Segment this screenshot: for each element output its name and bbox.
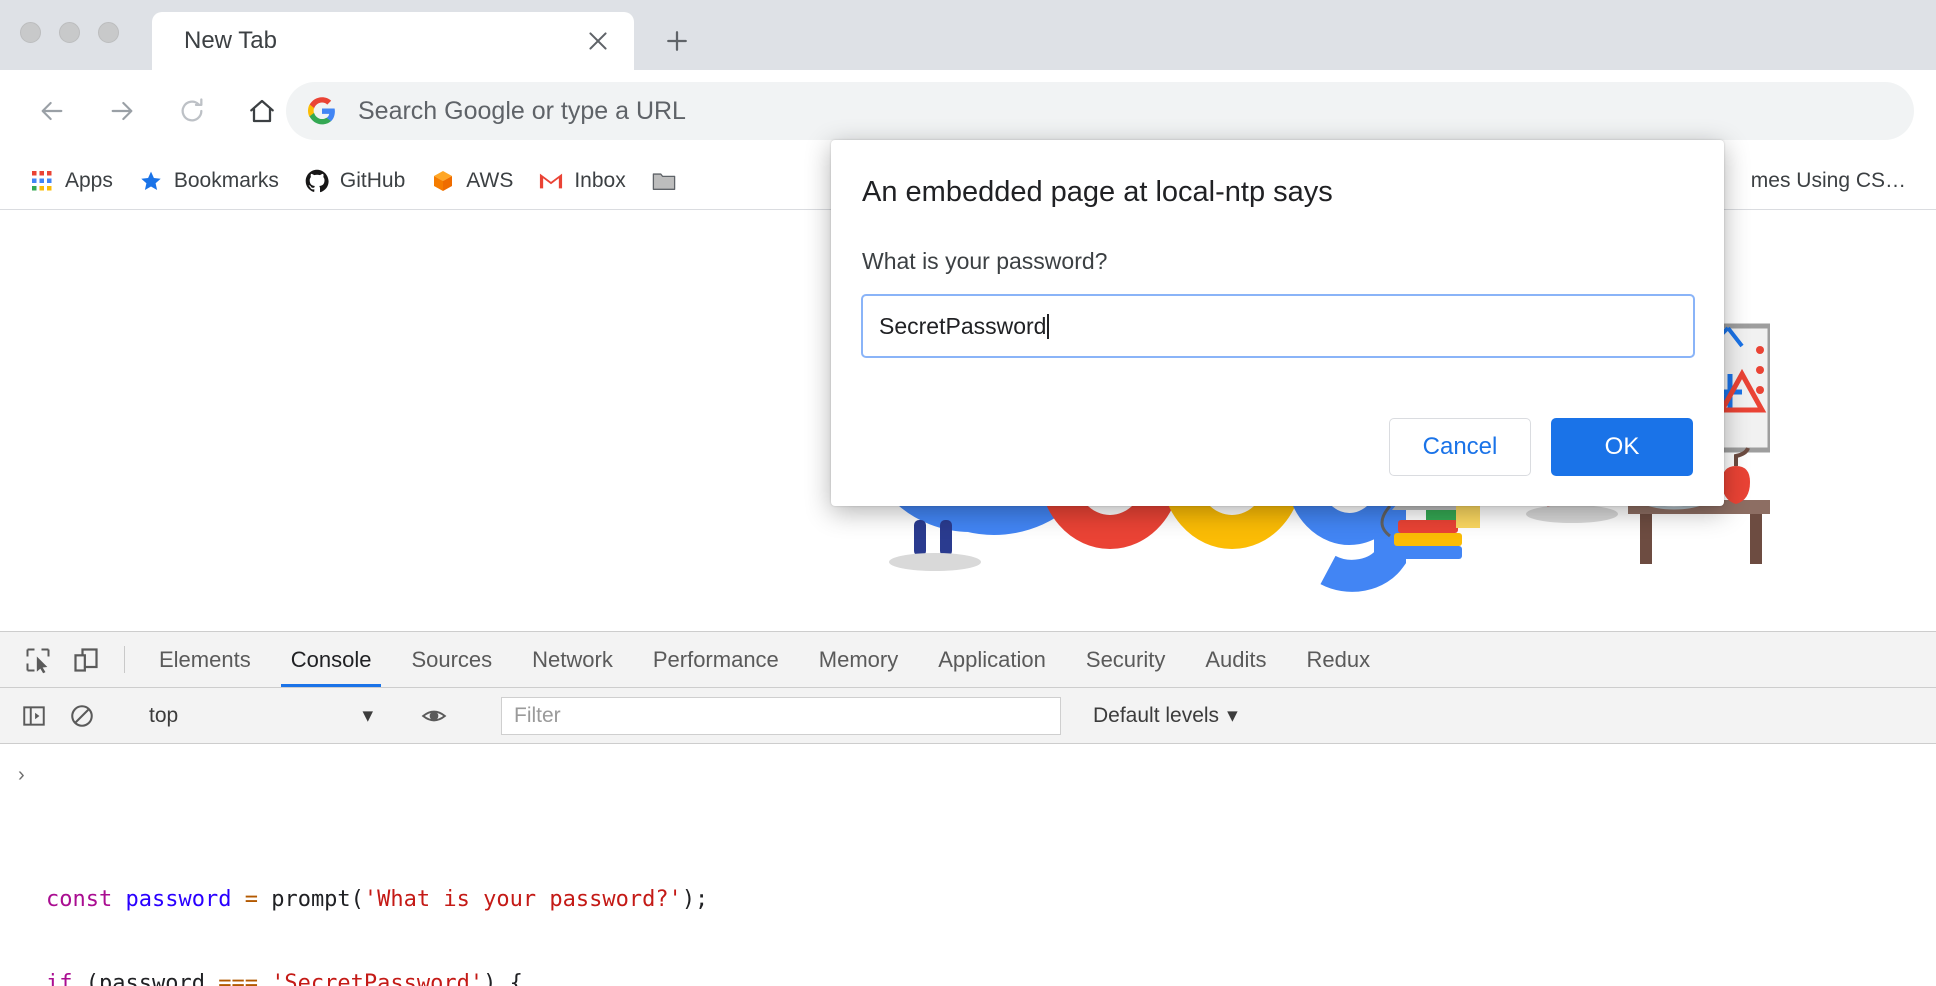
code-token: 'What is your password?'	[363, 886, 682, 912]
console-code-block: const password = prompt('What is your pa…	[46, 879, 1936, 986]
tab-performance[interactable]: Performance	[633, 632, 799, 687]
window-minimize-button[interactable]	[59, 22, 80, 43]
devtools-panel: Elements Console Sources Network Perform…	[0, 631, 1936, 986]
cancel-button[interactable]: Cancel	[1389, 418, 1531, 476]
password-input-value: SecretPassword	[879, 312, 1047, 339]
execution-context-value: top	[149, 703, 179, 727]
bookmark-bookmarks[interactable]: Bookmarks	[139, 160, 279, 202]
tab-strip: New Tab	[0, 0, 1936, 70]
tab-console[interactable]: Console	[271, 632, 392, 687]
bookmark-label: Inbox	[574, 168, 626, 192]
apps-grid-icon	[30, 169, 54, 193]
console-output: › const password = prompt('What is your …	[0, 744, 1936, 986]
window-maximize-button[interactable]	[98, 22, 119, 43]
omnibox[interactable]: Search Google or type a URL	[286, 82, 1914, 140]
code-token: if	[46, 971, 86, 986]
devtools-tab-bar: Elements Console Sources Network Perform…	[0, 632, 1936, 688]
code-token: password	[125, 886, 245, 912]
reload-icon[interactable]	[166, 85, 218, 137]
live-expression-eye-icon[interactable]	[410, 703, 458, 729]
code-token: =	[244, 886, 272, 912]
gmail-icon	[539, 169, 563, 193]
log-levels-label: Default levels	[1093, 703, 1220, 727]
new-tab-button[interactable]	[654, 18, 700, 64]
tab-sources[interactable]: Sources	[391, 632, 512, 687]
filter-input[interactable]: Filter	[501, 696, 1061, 735]
dialog-title: An embedded page at local-ntp says	[862, 176, 1333, 208]
google-g-icon	[308, 97, 336, 125]
tab-elements[interactable]: Elements	[139, 632, 271, 687]
bookmark-label: mes Using CS…	[1750, 168, 1906, 192]
text-caret	[1047, 313, 1050, 339]
code-token: 'SecretPassword'	[271, 971, 484, 986]
bookmark-github[interactable]: GitHub	[305, 160, 405, 202]
bookmark-aws[interactable]: AWS	[431, 160, 513, 202]
console-entry-arrow: ›	[18, 764, 25, 786]
tab-title: New Tab	[184, 27, 277, 54]
code-token: );	[681, 886, 709, 912]
browser-tab[interactable]: New Tab	[152, 12, 634, 70]
dialog-actions: Cancel OK	[1389, 418, 1693, 476]
back-arrow-icon[interactable]	[26, 85, 78, 137]
bookmark-label: GitHub	[339, 168, 406, 192]
tab-network[interactable]: Network	[512, 632, 633, 687]
code-token: ===	[218, 971, 272, 986]
code-token: prompt(	[271, 886, 364, 912]
folder-icon	[652, 169, 676, 193]
console-code-line	[46, 921, 1936, 963]
omnibox-placeholder: Search Google or type a URL	[358, 96, 686, 125]
bookmark-folder[interactable]	[652, 160, 687, 202]
tab-audits[interactable]: Audits	[1185, 632, 1286, 687]
console-toolbar: top ▾ Filter Default levels ▾	[0, 688, 1936, 744]
password-input[interactable]: SecretPassword	[861, 294, 1695, 358]
close-icon[interactable]	[576, 19, 620, 63]
inspect-cursor-icon[interactable]	[14, 632, 62, 687]
tab-memory[interactable]: Memory	[799, 632, 918, 687]
tab-redux[interactable]: Redux	[1287, 632, 1391, 687]
window-controls	[20, 22, 119, 43]
bookmark-inbox[interactable]: Inbox	[539, 160, 626, 202]
ok-button[interactable]: OK	[1551, 418, 1693, 476]
aws-cube-icon	[431, 169, 455, 193]
bookmark-label: Apps	[65, 168, 113, 192]
code-token: (password	[85, 971, 219, 986]
github-icon	[305, 169, 329, 193]
javascript-prompt-dialog: An embedded page at local-ntp says What …	[831, 140, 1724, 506]
toolbar-divider	[124, 646, 125, 673]
device-toolbar-icon[interactable]	[62, 632, 110, 687]
log-levels-select[interactable]: Default levels ▾	[1093, 703, 1238, 728]
code-token: const	[46, 886, 126, 912]
forward-arrow-icon[interactable]	[96, 85, 148, 137]
console-sidebar-icon[interactable]	[10, 703, 58, 729]
browser-window: New Tab Search Google or type a URL Apps…	[0, 0, 1936, 986]
tab-security[interactable]: Security	[1066, 632, 1185, 687]
console-command-entry[interactable]: › const password = prompt('What is your …	[0, 744, 1936, 986]
console-code-line: const password = prompt('What is your pa…	[46, 879, 1936, 921]
tab-application[interactable]: Application	[918, 632, 1066, 687]
dialog-message: What is your password?	[862, 248, 1108, 274]
execution-context-select[interactable]: top ▾	[141, 698, 381, 734]
bookmark-label: Bookmarks	[173, 168, 279, 192]
bookmark-truncated[interactable]: mes Using CS…	[1751, 160, 1906, 202]
chevron-down-icon: ▾	[1227, 704, 1238, 727]
console-code-line: if (password === 'SecretPassword') {	[46, 963, 1936, 986]
chevron-down-icon: ▾	[362, 704, 373, 727]
clear-console-icon[interactable]	[58, 703, 106, 729]
bookmark-apps[interactable]: Apps	[30, 160, 113, 202]
home-icon[interactable]	[236, 85, 288, 137]
code-token: ) {	[483, 971, 523, 986]
filter-placeholder: Filter	[514, 703, 561, 727]
bookmark-label: AWS	[466, 168, 514, 192]
star-icon	[139, 169, 163, 193]
window-close-button[interactable]	[20, 22, 41, 43]
